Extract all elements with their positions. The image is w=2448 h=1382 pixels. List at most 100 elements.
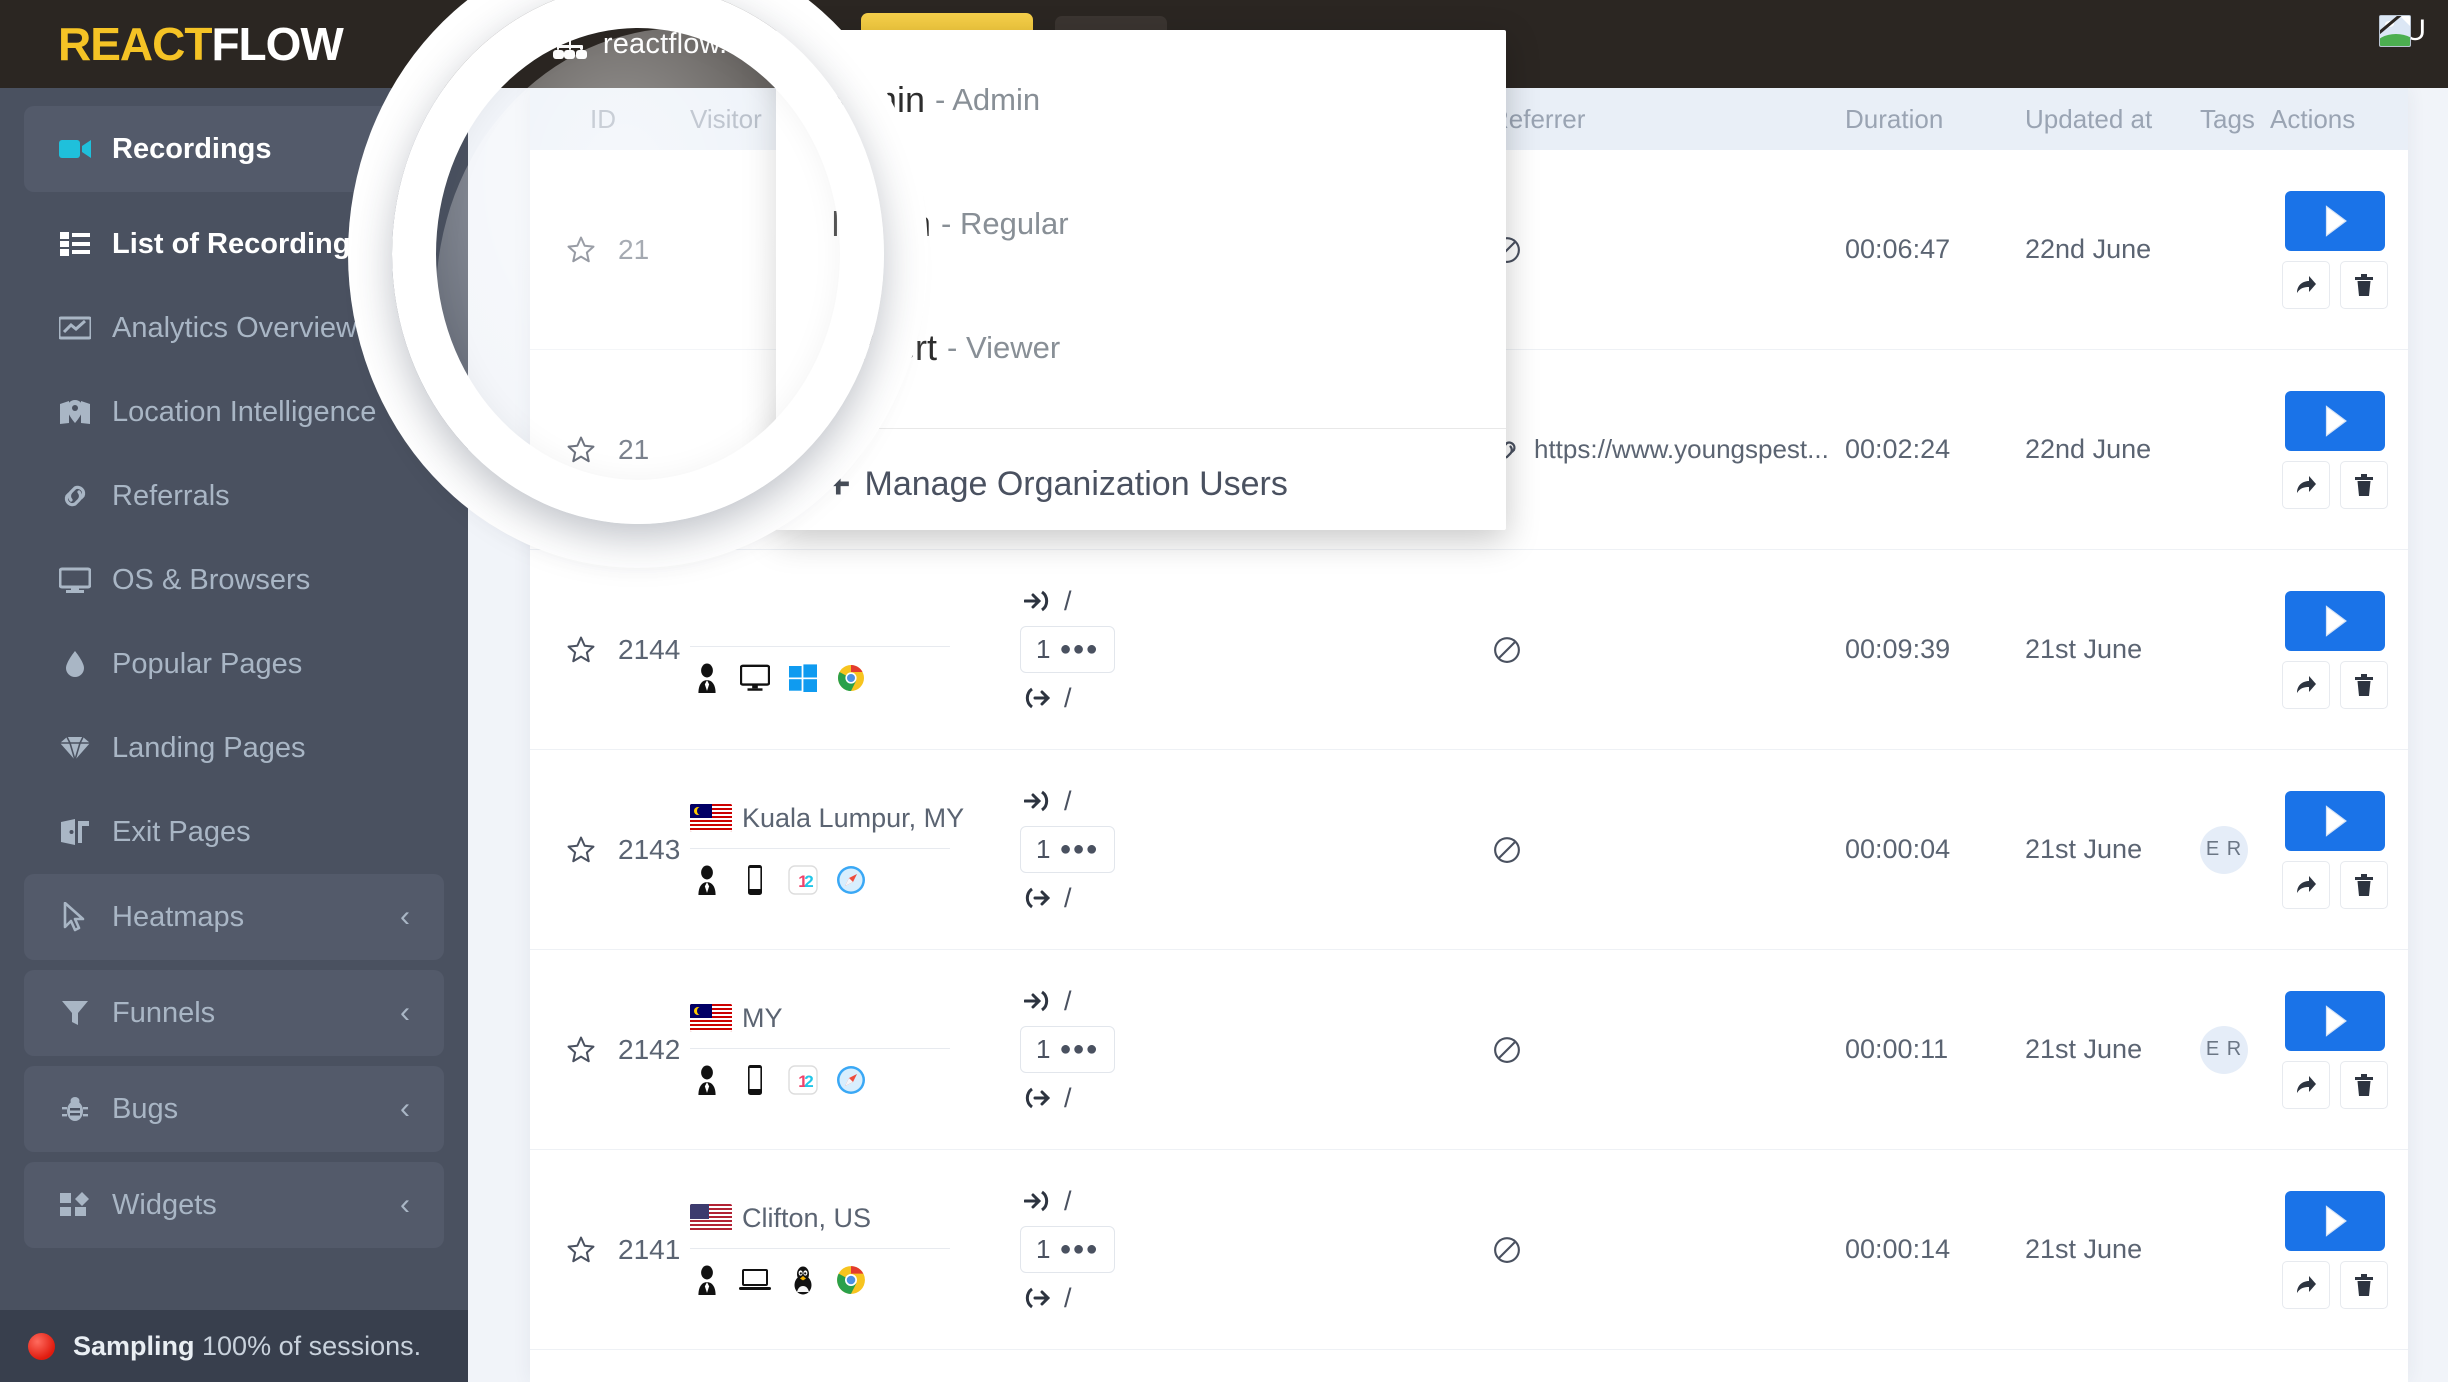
ellipsis-icon: ●●● (1059, 838, 1099, 860)
sidebar-item-referrals[interactable]: Referrals (24, 454, 444, 538)
star-outline-icon[interactable] (566, 1035, 596, 1065)
play-icon (2325, 204, 2347, 237)
pages-count-value: 1 (1036, 634, 1051, 664)
star-outline-icon[interactable] (566, 435, 596, 465)
sidebar-group-bugs[interactable]: Bugs ‹ (24, 1066, 444, 1152)
star-outline-icon[interactable] (566, 1235, 596, 1265)
manage-organization-users-link[interactable]: + Manage Organization Users (776, 429, 1506, 539)
status-badge[interactable]: E R (2200, 825, 2248, 874)
delete-button[interactable] (2340, 660, 2388, 709)
play-button[interactable] (2285, 190, 2385, 251)
table-row[interactable]: 2143 Kuala Lumpur, MY 1 2 / 1 ●●● / 00:0… (530, 750, 2408, 950)
sidebar-item-os-and-browsers[interactable]: OS & Browsers (24, 538, 444, 622)
share-icon (2297, 475, 2316, 493)
cell-updated-at: 21st June (2025, 834, 2200, 865)
no-referrer-icon (1490, 1233, 1524, 1267)
play-button[interactable] (2285, 390, 2385, 451)
column-header-id[interactable]: ID (530, 104, 690, 135)
chevron-left-icon: ‹ (400, 996, 410, 1029)
device-icons: 12 (690, 1063, 868, 1097)
entry-page-path: / (1064, 785, 1072, 816)
sidebar-group-funnels[interactable]: Funnels ‹ (24, 970, 444, 1056)
sidebar-item-location-intelligence[interactable]: Location Intelligence (24, 370, 444, 454)
cell-duration: 00:09:39 (1845, 634, 2025, 665)
star-outline-icon[interactable] (566, 635, 596, 665)
sidebar-item-analytics-overview[interactable]: Analytics Overview (24, 286, 444, 370)
share-button[interactable] (2282, 1260, 2330, 1309)
entry-page: / (1020, 1184, 1072, 1218)
flag-icon-malaysia (690, 804, 732, 832)
row-action-buttons (2282, 460, 2388, 509)
column-header-tags[interactable]: Tags (2200, 104, 2270, 135)
status-badge[interactable]: E R (2200, 1025, 2248, 1074)
delete-button[interactable] (2340, 1060, 2388, 1109)
play-button[interactable] (2285, 590, 2385, 651)
sidebar-item-landing-pages[interactable]: Landing Pages (24, 706, 444, 790)
cell-referrer (1490, 833, 1845, 867)
delete-button[interactable] (2340, 260, 2388, 309)
row-id: 2141 (618, 1233, 681, 1265)
table-row[interactable]: 2142 MY 1 2 / 1 ●●● / 00:00:11 21st June… (530, 950, 2408, 1150)
delete-button[interactable] (2340, 1260, 2388, 1309)
updated-value: 21st June (2025, 1034, 2143, 1064)
user-avatar[interactable]: U (2379, 14, 2426, 48)
sidebar-group-recordings[interactable]: Recordings ∨ (24, 106, 444, 192)
flag-icon (690, 604, 732, 632)
table-row[interactable]: 2141 Clifton, US / 1 ●●● / 00:00:14 21st… (530, 1150, 2408, 1350)
entry-arrow-icon (1020, 784, 1054, 818)
column-header-duration[interactable]: Duration (1845, 104, 2025, 135)
delete-button[interactable] (2340, 460, 2388, 509)
widgets-icon (58, 1188, 92, 1222)
sidebar-item-exit-pages[interactable]: Exit Pages (24, 790, 444, 874)
sidebar-group-label: Widgets (112, 1188, 217, 1221)
share-button[interactable] (2282, 1060, 2330, 1109)
pages-count-badge[interactable]: 1 ●●● (1020, 1226, 1115, 1273)
pages-count-badge[interactable]: 1 ●●● (1020, 1026, 1115, 1073)
column-header-updated-at[interactable]: Updated at (2025, 104, 2200, 135)
dropdown-item-user[interactable]: Martin - Regular (776, 162, 1506, 286)
table-row[interactable]: 2144 / 1 ●●● / 00:09:39 21st June (530, 550, 2408, 750)
pages-count-badge[interactable]: 1 ●●● (1020, 826, 1115, 873)
cell-id: 2142 (530, 1034, 690, 1066)
sidebar-group-heatmaps[interactable]: Heatmaps ‹ (24, 874, 444, 960)
desktop-icon (738, 661, 772, 695)
updated-value: 22nd June (2025, 234, 2152, 264)
share-button[interactable] (2282, 660, 2330, 709)
no-referrer-icon (1490, 1033, 1524, 1067)
cell-duration: 00:00:14 (1845, 1234, 2025, 1265)
ios12-icon: 12 (786, 1063, 820, 1097)
funnel-icon (58, 996, 92, 1030)
cell-actions (2270, 190, 2400, 309)
share-button[interactable] (2282, 260, 2330, 309)
trash-icon (2355, 473, 2373, 496)
cell-referrer[interactable]: https://www.youngspest... (1490, 433, 1845, 467)
share-icon (2297, 275, 2316, 293)
star-outline-icon[interactable] (566, 235, 596, 265)
manage-label: Manage Organization Users (864, 464, 1288, 503)
column-header-actions[interactable]: Actions (2270, 104, 2400, 135)
device-icons (690, 1263, 868, 1297)
sidebar-group-widgets[interactable]: Widgets ‹ (24, 1162, 444, 1248)
dropdown-item-user[interactable]: Gilbert - Viewer (776, 286, 1506, 410)
cell-duration: 00:00:11 (1845, 1034, 2025, 1065)
exit-page: / (1020, 1081, 1072, 1115)
door-exit-icon (58, 815, 92, 849)
column-header-referrer[interactable]: Referrer (1490, 104, 1845, 135)
dropdown-item-user[interactable]: Armin - Admin (776, 38, 1506, 162)
share-button[interactable] (2282, 860, 2330, 909)
location-label: Kuala Lumpur, MY (742, 802, 965, 833)
pages-count-badge[interactable]: 1 ●●● (1020, 626, 1115, 673)
share-button[interactable] (2282, 460, 2330, 509)
sidebar-item-popular-pages[interactable]: Popular Pages (24, 622, 444, 706)
referrer-link[interactable]: https://www.youngspest... (1490, 433, 1829, 467)
app-logo[interactable]: REACT FLOW (58, 17, 344, 71)
play-button[interactable] (2285, 1190, 2385, 1251)
cell-pages: / 1 ●●● / (1020, 584, 1490, 715)
sidebar-item-list-of-recordings[interactable]: List of Recordings (24, 202, 444, 286)
star-outline-icon[interactable] (566, 835, 596, 865)
ellipsis-icon: ●●● (1059, 1238, 1099, 1260)
safari-icon (834, 863, 868, 897)
delete-button[interactable] (2340, 860, 2388, 909)
play-button[interactable] (2285, 790, 2385, 851)
play-button[interactable] (2285, 990, 2385, 1051)
